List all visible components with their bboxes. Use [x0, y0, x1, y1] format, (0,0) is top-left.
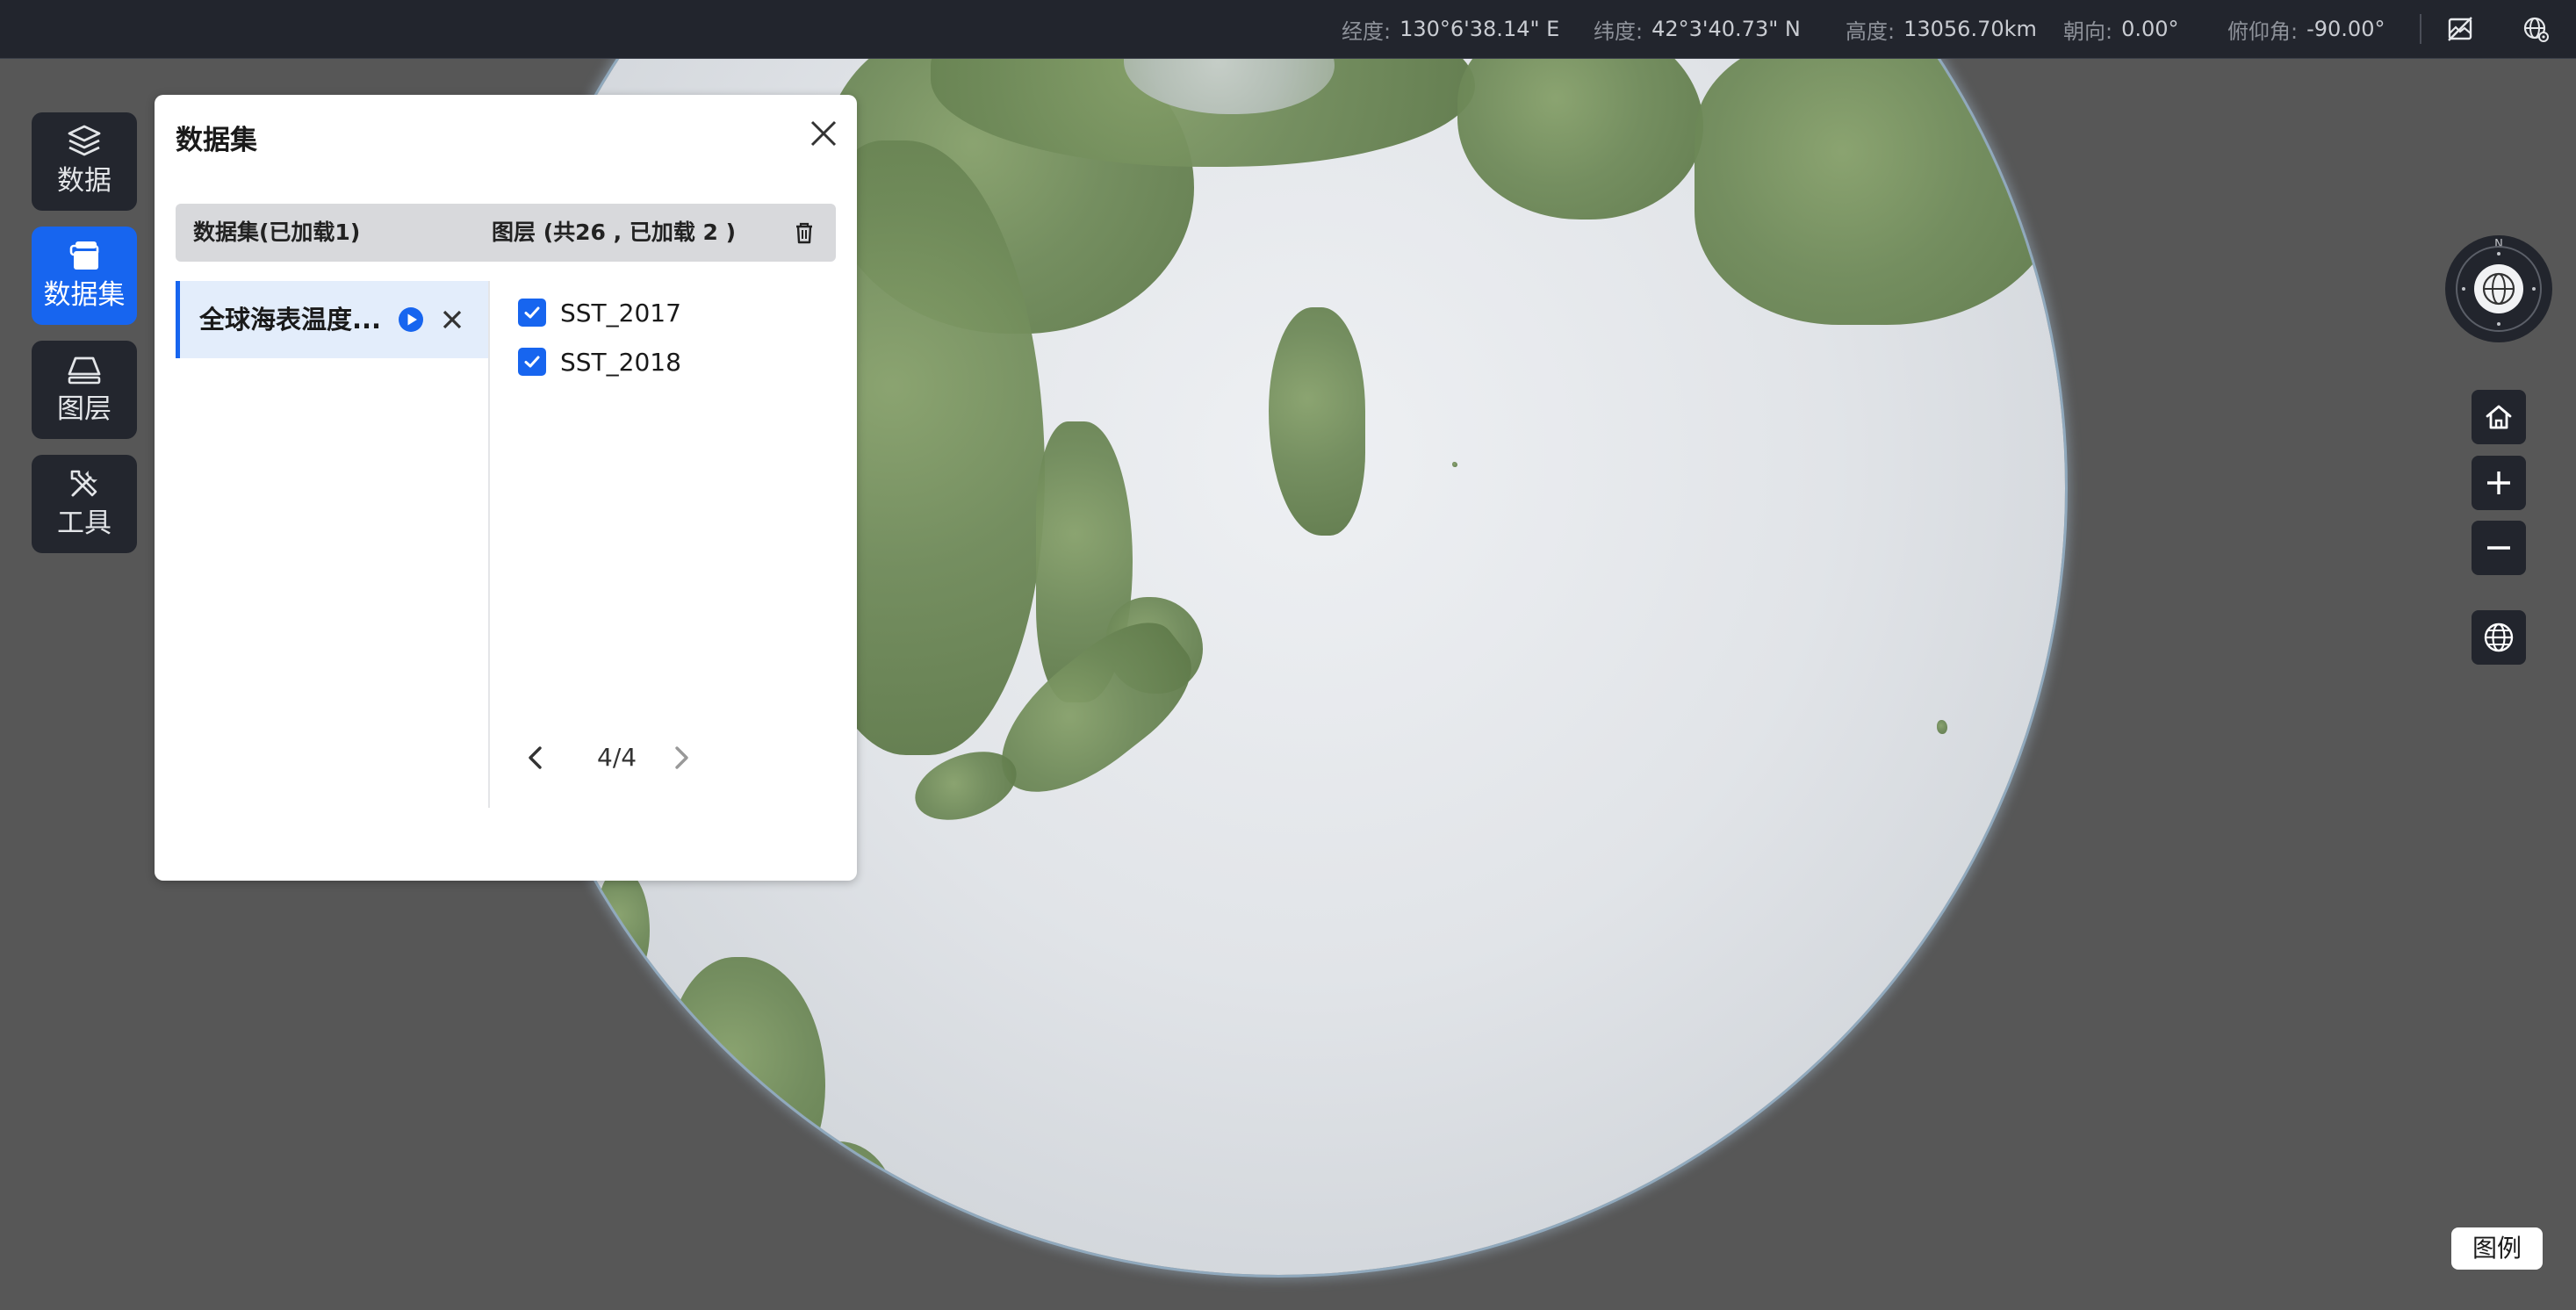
zoom-out-icon — [2487, 546, 2510, 550]
longitude-label: 经度: — [1342, 18, 1392, 44]
dataset-icon — [69, 241, 99, 270]
layer-name: SST_2018 — [560, 347, 681, 377]
sidebar-item-label: 图层 — [57, 393, 112, 425]
heading-value: 0.00° — [2121, 17, 2179, 41]
longitude-readout: 经度: 130°6'38.14" E — [1342, 0, 1559, 58]
land-southeast-islands — [790, 1141, 896, 1264]
status-divider — [2420, 14, 2421, 44]
latitude-label: 纬度: — [1594, 18, 1644, 44]
sidebar-item-tools[interactable]: 工具 — [32, 455, 137, 553]
layer-name: SST_2017 — [560, 298, 681, 328]
left-sidebar: 数据 数据集 图层 工具 — [32, 112, 137, 569]
home-icon — [2486, 405, 2512, 429]
close-icon[interactable] — [804, 114, 843, 153]
panel-title: 数据集 — [176, 125, 257, 156]
latitude-readout: 纬度: 42°3'40.73" N — [1594, 0, 1801, 58]
globe-icon — [2484, 623, 2514, 652]
globe-settings-icon[interactable] — [2522, 15, 2550, 43]
check-icon — [524, 306, 540, 319]
panel-divider — [488, 281, 490, 808]
play-icon[interactable] — [398, 306, 424, 333]
layer-plane-icon — [68, 356, 101, 385]
sidebar-item-layer[interactable]: 图层 — [32, 341, 137, 439]
dataset-list-item[interactable]: 全球海表温度... — [176, 281, 488, 358]
longitude-value: 130°6'38.14" E — [1400, 17, 1560, 41]
loaded-datasets-label: 数据集(已加载1) — [193, 220, 361, 245]
layer-checkbox[interactable] — [518, 299, 546, 327]
height-label: 高度: — [1846, 18, 1896, 44]
map-off-icon[interactable] — [2446, 15, 2474, 43]
sidebar-item-data[interactable]: 数据 — [32, 112, 137, 211]
height-value: 13056.70km — [1903, 17, 2037, 41]
pitch-label: 俯仰角: — [2227, 18, 2299, 44]
latitude-value: 42°3'40.73" N — [1651, 17, 1801, 41]
sidebar-item-label: 数据 — [57, 165, 112, 197]
land-taiwan — [597, 869, 650, 983]
chevron-right-icon[interactable] — [664, 740, 699, 775]
dataset-panel: 数据集 数据集(已加载1) 图层 (共26 , 已加载 2 ) 全球海表温度..… — [155, 95, 857, 881]
pitch-value: -90.00° — [2306, 17, 2385, 41]
layer-row[interactable]: SST_2018 — [518, 344, 681, 379]
compass[interactable]: N — [2445, 235, 2552, 342]
globe-view-button[interactable] — [2472, 610, 2526, 665]
zoom-in-button[interactable] — [2472, 456, 2526, 510]
check-icon — [524, 356, 540, 368]
status-bar: 经度: 130°6'38.14" E 纬度: 42°3'40.73" N 高度:… — [0, 0, 2576, 59]
layer-checkbox[interactable] — [518, 348, 546, 376]
pitch-readout: 俯仰角: -90.00° — [2227, 0, 2385, 58]
heading-readout: 朝向: 0.00° — [2063, 0, 2179, 58]
compass-center[interactable] — [2474, 264, 2523, 313]
land-alaska — [1695, 35, 2063, 325]
layer-count-label: 图层 (共26 , 已加载 2 ) — [492, 220, 737, 245]
layer-row[interactable]: SST_2017 — [518, 295, 681, 330]
height-readout: 高度: 13056.70km — [1846, 0, 2037, 58]
land-islet — [1452, 462, 1457, 467]
panel-header-bar: 数据集(已加载1) 图层 (共26 , 已加载 2 ) — [176, 204, 836, 262]
layers-icon — [68, 125, 101, 156]
trash-icon[interactable] — [790, 219, 818, 247]
tools-icon — [70, 470, 97, 497]
heading-label: 朝向: — [2063, 18, 2113, 44]
dataset-name: 全球海表温度... — [199, 305, 382, 335]
sidebar-item-label: 数据集 — [43, 279, 126, 311]
sidebar-item-label: 工具 — [57, 507, 112, 539]
chevron-left-icon[interactable] — [518, 740, 553, 775]
remove-icon[interactable] — [438, 306, 466, 334]
land-sakhalin — [1269, 307, 1365, 536]
globe-icon — [2482, 272, 2515, 306]
zoom-in-icon — [2487, 471, 2510, 494]
pagination: 4/4 — [518, 740, 869, 775]
page-indicator: 4/4 — [597, 743, 637, 772]
sidebar-item-dataset[interactable]: 数据集 — [32, 227, 137, 325]
land-hawaii — [1937, 720, 1947, 734]
legend-button[interactable]: 图例 — [2451, 1227, 2543, 1270]
home-button[interactable] — [2472, 390, 2526, 444]
zoom-out-button[interactable] — [2472, 521, 2526, 575]
